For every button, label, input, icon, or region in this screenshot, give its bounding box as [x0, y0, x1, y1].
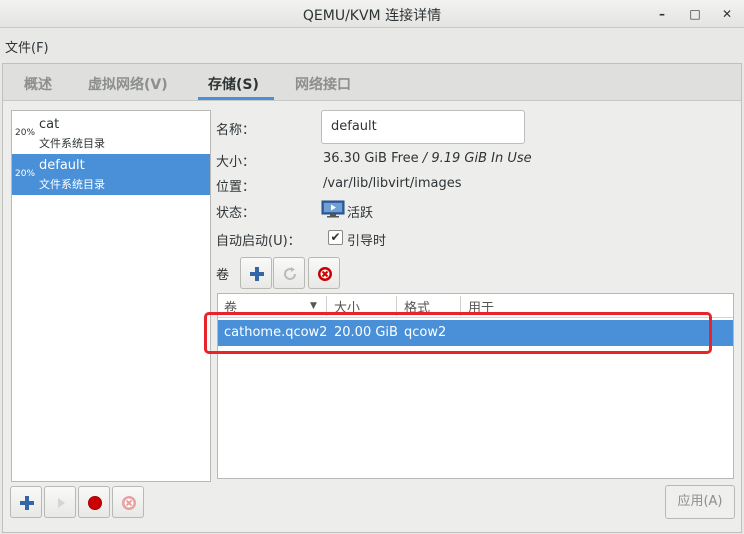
tab-overview[interactable]: 概述: [24, 74, 52, 94]
notebook: 概述 虚拟网络(V) 存储(S) 网络接口 20% cat 文件系统目录 20%…: [2, 63, 742, 533]
title-bar: QEMU/KVM 连接详情 – □ ✕: [0, 0, 744, 28]
tab-virtual-networks[interactable]: 虚拟网络(V): [88, 74, 168, 94]
volumes-label: 卷: [216, 268, 230, 283]
tab-network-interfaces[interactable]: 网络接口: [295, 74, 351, 94]
record-stop-icon: [88, 496, 102, 510]
window-title: QEMU/KVM 连接详情: [302, 8, 442, 24]
state-value: 活跃: [347, 206, 374, 221]
size-label: 大小：: [216, 155, 256, 170]
stop-pool-button[interactable]: [78, 486, 110, 518]
menu-bar: 文件(F): [0, 33, 744, 59]
tab-storage[interactable]: 存储(S): [208, 74, 259, 94]
delete-volume-button[interactable]: [308, 257, 340, 289]
storage-pool-list[interactable]: 20% cat 文件系统目录 20% default 文件系统目录: [11, 110, 211, 482]
pool-name: cat: [39, 117, 60, 132]
plus-icon: [20, 496, 34, 510]
location-value: /var/lib/libvirt/images: [323, 176, 462, 191]
tab-bar: 概述 虚拟网络(V) 存储(S) 网络接口: [3, 64, 741, 101]
play-icon: [58, 498, 65, 508]
autostart-label: 自动启动(U)：: [216, 234, 301, 249]
state-label: 状态：: [216, 206, 256, 221]
size-value: 36.30 GiB Free / 9.19 GiB In Use: [323, 151, 532, 166]
add-pool-button[interactable]: [10, 486, 42, 518]
sort-desc-icon: ▼: [310, 301, 317, 311]
name-label: 名称：: [216, 123, 256, 138]
pool-usage-percent: 20%: [15, 128, 36, 138]
monitor-play-icon: [321, 200, 345, 218]
plus-icon: [250, 267, 264, 281]
close-button[interactable]: ✕: [717, 4, 737, 24]
start-pool-button[interactable]: [44, 486, 76, 518]
size-used: 9.19 GiB In Use: [431, 151, 532, 166]
pool-type: 文件系统目录: [39, 137, 105, 150]
apply-button[interactable]: 应用(A): [665, 485, 735, 519]
location-label: 位置：: [216, 180, 256, 195]
pool-name-field[interactable]: default: [321, 110, 525, 144]
size-free: 36.30 GiB Free: [323, 151, 419, 166]
delete-pool-button[interactable]: [112, 486, 144, 518]
maximize-button[interactable]: □: [685, 4, 705, 24]
autostart-value: 引导时: [347, 234, 387, 249]
autostart-checkbox[interactable]: ✔: [328, 230, 343, 245]
pool-item-cat[interactable]: 20% cat 文件系统目录: [12, 113, 210, 154]
pool-name: default: [39, 158, 85, 173]
menu-file[interactable]: 文件(F): [5, 37, 49, 56]
minimize-button[interactable]: –: [652, 4, 672, 24]
pool-type: 文件系统目录: [39, 178, 105, 191]
pool-item-default[interactable]: 20% default 文件系统目录: [12, 154, 210, 195]
pool-usage-percent: 20%: [15, 169, 36, 179]
refresh-icon: [284, 267, 297, 280]
size-separator: /: [418, 151, 432, 166]
highlight-annotation: [204, 312, 712, 354]
add-volume-button[interactable]: [240, 257, 272, 289]
delete-icon: [122, 496, 136, 510]
delete-icon: [318, 267, 332, 281]
active-tab-indicator: [198, 97, 274, 100]
refresh-volumes-button[interactable]: [273, 257, 305, 289]
